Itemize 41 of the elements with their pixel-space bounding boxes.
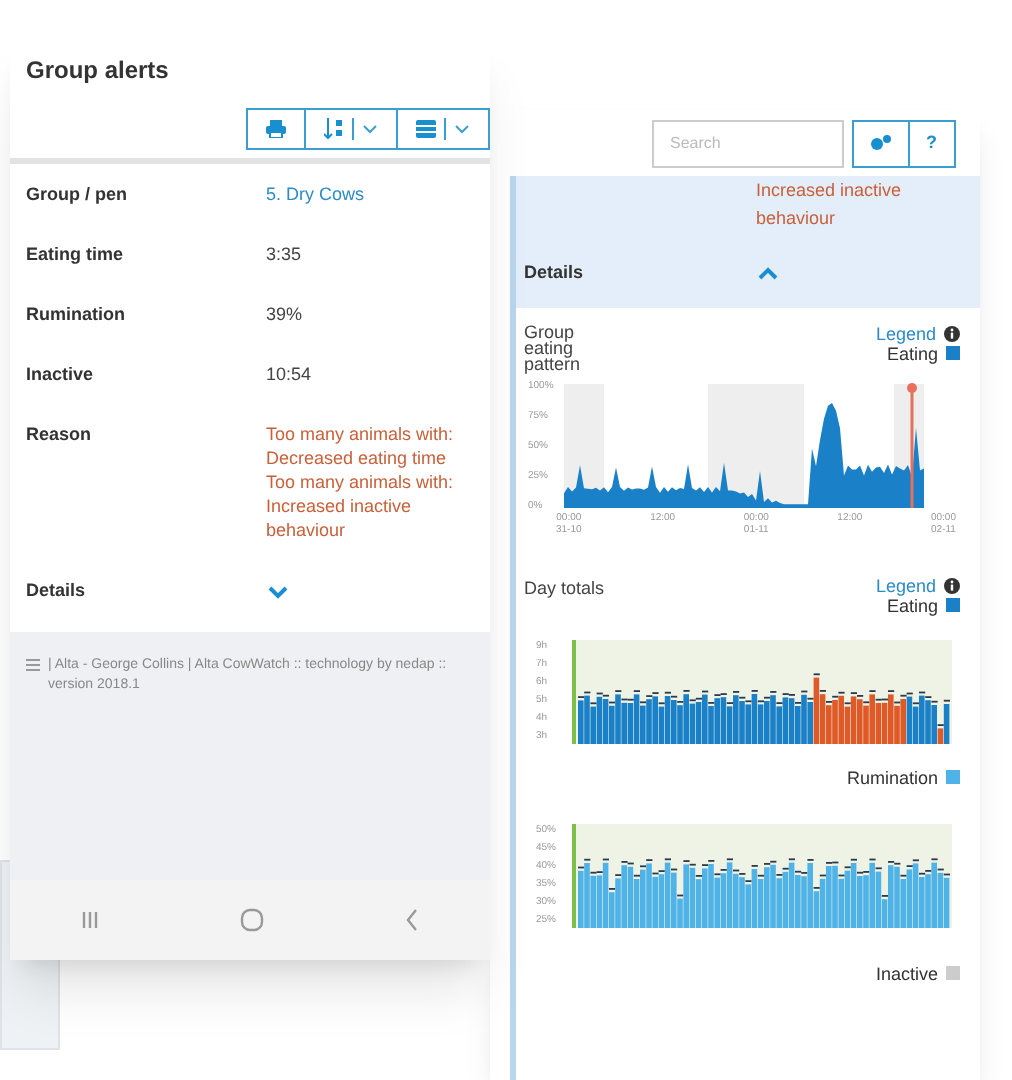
details-toggle[interactable] [266,581,290,602]
back-icon [404,908,420,932]
field-value: 39% [266,302,303,326]
legend-link[interactable]: Legend [875,575,936,595]
series-label: Eating [886,343,938,363]
reason-text: Too many animals with: [266,422,456,446]
caret-down-icon [266,581,290,602]
field-value: 10:54 [266,362,312,386]
caret-up-icon [756,263,780,284]
series-label: Rumination [846,767,938,787]
reason-text: Increased inactive behaviour [756,178,904,232]
info-icon [944,325,960,341]
reason-text: Decreased eating time [266,446,449,470]
printer-icon [266,120,286,138]
list-icon [26,657,40,671]
info-icon [944,577,960,593]
recent-apps-icon [80,910,100,930]
details-toggle[interactable] [756,263,780,284]
details-label: Details [524,260,586,286]
screen-title: Group alerts [26,54,171,88]
sort-icon [324,118,344,140]
chart-title: Group eating pattern [524,323,583,371]
field-label: Inactive [26,362,96,386]
caret-icon [454,122,470,136]
series-label: Inactive [875,963,938,983]
table-icon [416,120,436,138]
reason-text: Too many animals with: [266,470,456,494]
chart-title: Day totals [524,575,605,602]
field-label: Group / pen [26,182,129,206]
search-field[interactable]: Search [652,119,844,167]
caret-icon [362,122,378,136]
home-icon [240,908,264,932]
field-label: Reason [26,422,94,448]
field-label: Rumination [26,302,127,326]
details-label: Details [26,578,88,604]
group-link[interactable]: 5. Dry Cows [266,182,365,206]
field-value: 3:35 [266,242,302,266]
reason-text: Increased inactive behaviour [266,494,414,542]
field-label: Eating time [26,242,126,266]
legend-link[interactable]: Legend [875,323,936,343]
series-label: Eating [886,595,938,615]
